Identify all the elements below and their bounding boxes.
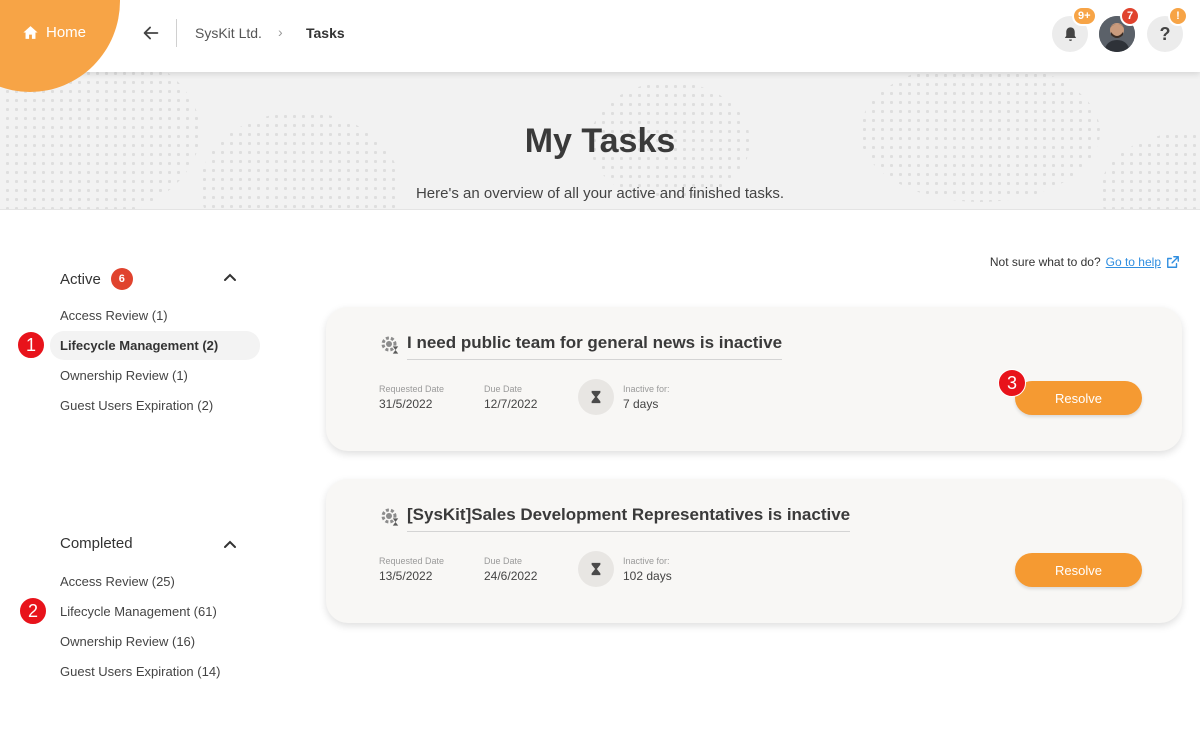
task-card: I need public team for general news is i…	[326, 307, 1182, 451]
inactive-for-label: Inactive for:	[623, 384, 670, 394]
sidebar-item-completed-guest-users-expiration[interactable]: Guest Users Expiration (14)	[60, 664, 220, 679]
gear-hourglass-icon	[381, 336, 400, 355]
resolve-button[interactable]: Resolve	[1015, 553, 1142, 587]
requested-date-label: Requested Date	[379, 556, 445, 566]
active-section-header[interactable]: Active 6	[60, 268, 133, 290]
due-date-label: Due Date	[484, 556, 523, 566]
home-button[interactable]: Home	[22, 24, 86, 41]
sidebar-item-active-ownership-review[interactable]: Ownership Review (1)	[60, 368, 188, 383]
hourglass-badge	[578, 379, 614, 415]
sidebar-item-completed-access-review[interactable]: Access Review (25)	[60, 574, 175, 589]
hourglass-badge	[578, 551, 614, 587]
marker-badge: 3	[998, 369, 1026, 397]
due-date-value: 12/7/2022	[484, 397, 538, 411]
breadcrumb-current: Tasks	[306, 25, 345, 41]
hourglass-icon	[591, 562, 601, 576]
page-subtitle: Here's an overview of all your active an…	[415, 185, 785, 202]
home-label: Home	[46, 24, 87, 41]
go-to-help-link[interactable]: Go to help	[1106, 255, 1161, 269]
back-arrow-icon[interactable]	[140, 22, 162, 44]
breadcrumb-divider	[176, 19, 177, 47]
help-prompt: Not sure what to do?	[989, 255, 1101, 269]
chevron-up-icon[interactable]	[222, 270, 238, 286]
requested-date-label: Requested Date	[379, 384, 445, 394]
due-date-label: Due Date	[484, 384, 523, 394]
task-title: I need public team for general news is i…	[407, 333, 783, 360]
help-line: Not sure what to do? Go to help	[990, 255, 1180, 269]
active-section-label: Active	[60, 270, 101, 288]
inactive-for-value: 102 days	[623, 569, 672, 583]
marker-badge: 1	[17, 331, 45, 359]
task-card: [SysKit]Sales Development Representative…	[326, 479, 1182, 623]
chevron-up-icon[interactable]	[222, 537, 238, 553]
marker-badge: 2	[19, 597, 47, 625]
home-icon	[23, 26, 38, 39]
requested-date-value: 13/5/2022	[379, 569, 433, 583]
help-badge: !	[1168, 6, 1188, 26]
avatar-badge: 7	[1120, 6, 1140, 26]
task-title: [SysKit]Sales Development Representative…	[407, 505, 851, 532]
top-bar: Home SysKit Ltd. › Tasks 9+ 7 ? !	[0, 0, 1200, 92]
resolve-button[interactable]: Resolve	[1015, 381, 1142, 415]
active-count-badge: 6	[110, 268, 133, 290]
sidebar-item-completed-ownership-review[interactable]: Ownership Review (16)	[60, 634, 195, 649]
sidebar-item-active-guest-users-expiration[interactable]: Guest Users Expiration (2)	[60, 398, 213, 413]
external-link-icon[interactable]	[1166, 255, 1180, 269]
due-date-value: 24/6/2022	[484, 569, 538, 583]
completed-section-label: Completed	[60, 535, 133, 552]
inactive-for-value: 7 days	[623, 397, 659, 411]
breadcrumb-org-link[interactable]: SysKit Ltd.	[195, 25, 262, 41]
inactive-for-label: Inactive for:	[623, 556, 670, 566]
gear-hourglass-icon	[381, 508, 400, 527]
hourglass-icon	[591, 390, 601, 404]
requested-date-value: 31/5/2022	[379, 397, 433, 411]
hero-banner: My Tasks Here's an overview of all your …	[0, 72, 1200, 210]
page-title: My Tasks	[524, 122, 676, 160]
sidebar-item-active-access-review[interactable]: Access Review (1)	[60, 308, 168, 323]
bell-icon	[1064, 26, 1076, 41]
sidebar-item-active-lifecycle-management[interactable]: Lifecycle Management (2)	[50, 331, 261, 360]
notifications-badge: 9+	[1072, 6, 1097, 26]
breadcrumb-separator: ›	[278, 24, 283, 40]
completed-section-header[interactable]: Completed	[60, 535, 133, 552]
sidebar-item-completed-lifecycle-management[interactable]: Lifecycle Management (61)	[60, 604, 217, 619]
question-icon: ?	[1159, 23, 1171, 44]
